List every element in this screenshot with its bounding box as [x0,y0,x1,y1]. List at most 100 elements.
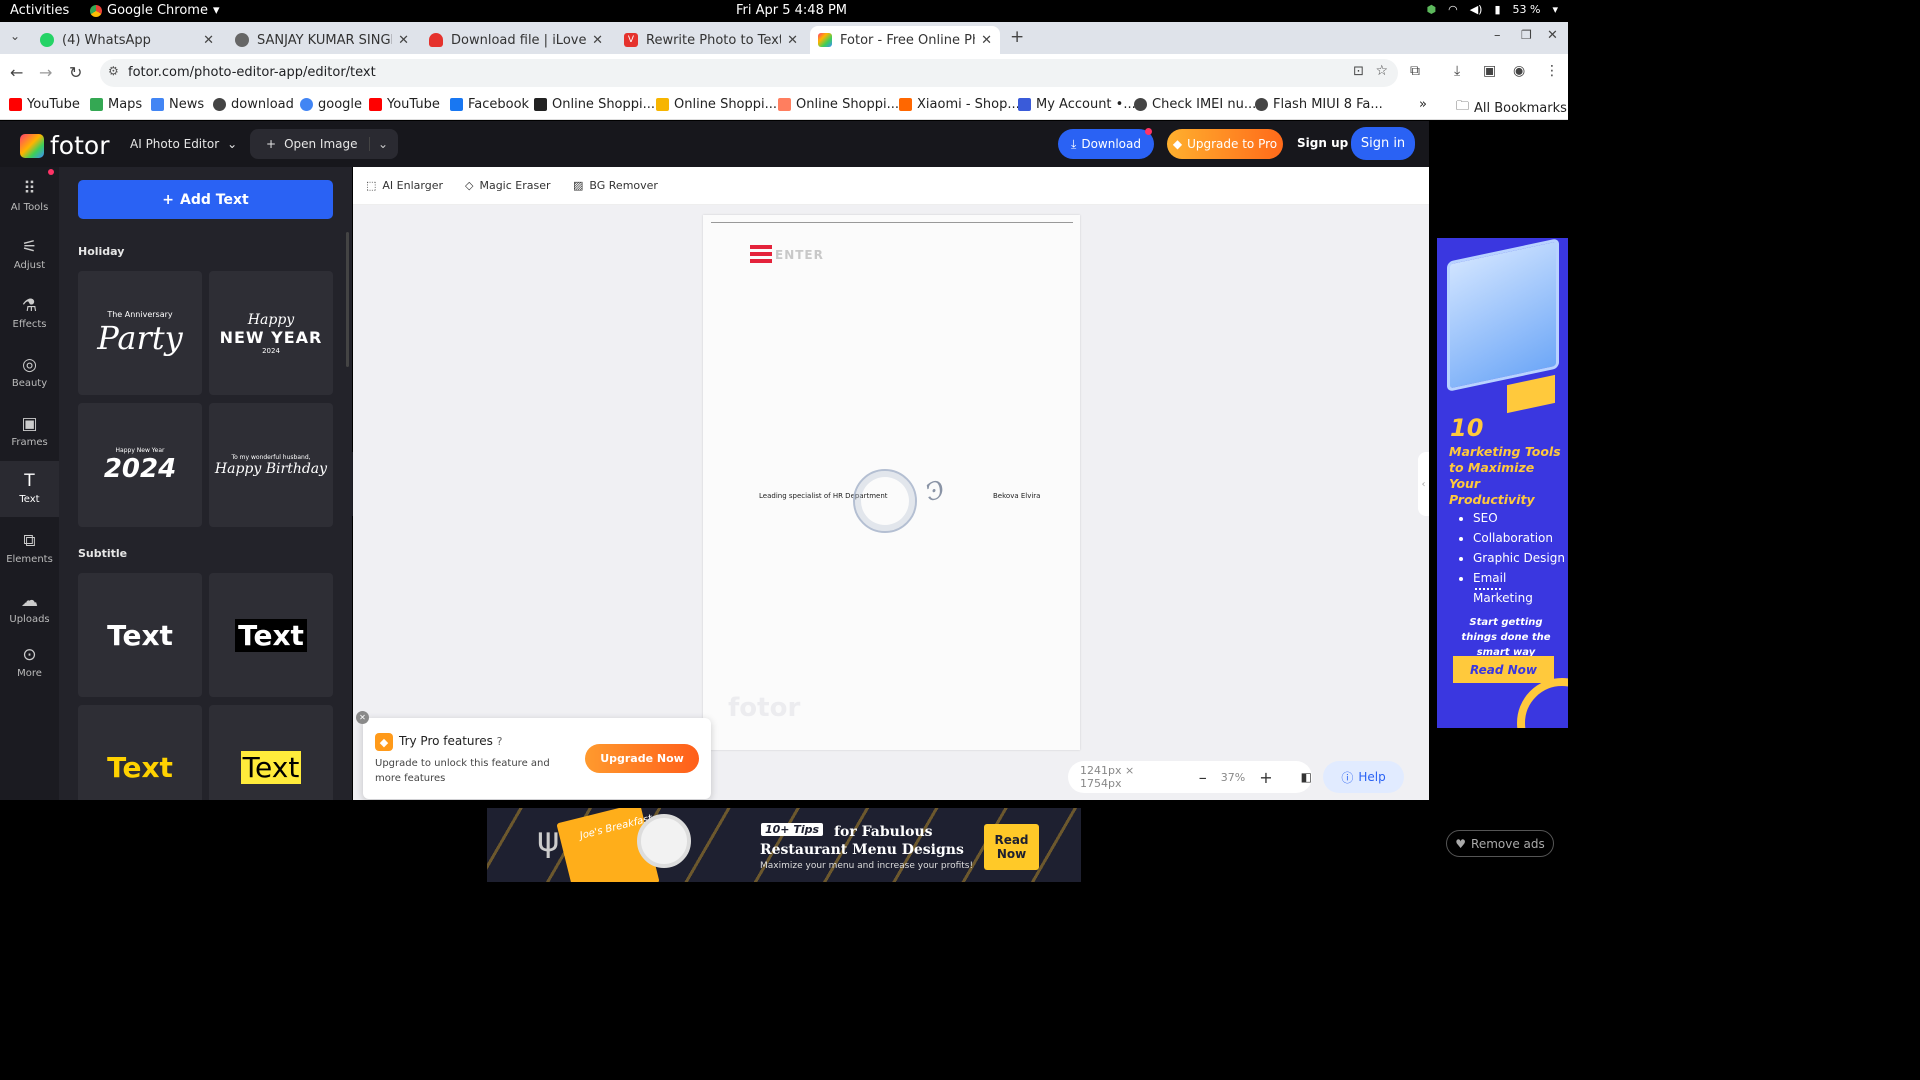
download-button[interactable]: ⤓ Download [1058,129,1154,159]
bookmark-download[interactable]: download [213,97,294,112]
sign-in-button[interactable]: Sign in [1351,127,1415,160]
ad-dots [1475,588,1501,590]
text-template-2024[interactable]: Happy New Year 2024 [78,403,202,527]
bookmark-youtube-2[interactable]: YouTube [369,97,440,112]
magic-eraser-button[interactable]: ◇ Magic Eraser [465,179,551,192]
text-template-black-bg[interactable]: Text [209,573,333,697]
forward-button[interactable]: → [39,63,52,82]
profile-icon[interactable]: ◉ [1513,63,1525,79]
rail-uploads[interactable]: ☁ Uploads [0,591,59,625]
remove-ads-button[interactable]: ♥ Remove ads [1446,830,1554,857]
tab-title: Rewrite Photo to Text, e [646,32,781,48]
clock[interactable]: Fri Apr 5 4:48 PM [736,3,847,18]
all-bookmarks[interactable]: 🗀 All Bookmarks [1456,97,1567,119]
tab-whatsapp[interactable]: (4) WhatsApp ✕ [32,26,222,54]
bookmark-star-icon[interactable]: ☆ [1375,63,1388,79]
menu-icon[interactable]: ⋮ [1545,63,1559,79]
ad-read-now-button[interactable]: Read Now [1453,656,1554,683]
tab-rewrite[interactable]: V Rewrite Photo to Text, e ✕ [616,26,806,54]
upgrade-to-pro-button[interactable]: ◆ Upgrade to Pro [1167,129,1283,159]
fotor-logo[interactable]: fotor [20,131,109,160]
side-panel-icon[interactable]: ▣ [1483,63,1496,79]
back-button[interactable]: ← [10,63,23,82]
open-image-button[interactable]: + Open Image [250,137,358,151]
document-image[interactable]: ENTER Leading specialist of HR Departmen… [703,215,1080,750]
bookmark-check-imei[interactable]: Check IMEI nu... [1134,97,1256,112]
restore-button[interactable]: ❐ [1521,28,1532,42]
minimize-button[interactable]: – [1494,28,1501,43]
compare-icon[interactable]: ◧ [1301,770,1312,784]
close-icon[interactable]: ✕ [981,33,992,48]
bookmark-youtube[interactable]: YouTube [9,97,80,112]
rail-ai-tools[interactable]: ⠿ AI Tools [0,179,59,213]
tab-search-icon[interactable]: ⌄ [10,29,20,43]
close-icon[interactable]: ✕ [592,33,603,48]
new-tab-button[interactable]: + [1010,27,1024,47]
text-template-anniversary[interactable]: The Anniversary Party [78,271,202,395]
rail-beauty[interactable]: ◎ Beauty [0,355,59,389]
text-template-birthday[interactable]: To my wonderful husband, Happy Birthday [209,403,333,527]
bookmark-google[interactable]: google [300,97,362,112]
expand-right-panel-button[interactable]: ‹ [1418,452,1429,516]
question-icon: ? [496,735,503,748]
bookmark-maps[interactable]: Maps [90,97,142,112]
ad-number: 10 [1450,414,1484,442]
close-icon[interactable]: ✕ [787,33,798,48]
tab-title: (4) WhatsApp [62,32,151,48]
system-tray[interactable]: ⬢ ◠ ◀) ▮ 53 % ▾ [1426,3,1558,16]
close-icon[interactable]: ✕ [398,33,409,48]
bookmark-news[interactable]: News [151,97,204,112]
rail-elements[interactable]: ⧉ Elements [0,531,59,565]
ai-photo-editor-menu[interactable]: AI Photo Editor ⌄ [130,137,237,151]
text-template-yellow[interactable]: Text [78,705,202,800]
install-app-icon[interactable]: ⊡ [1353,64,1364,79]
ad-tagline: Start getting things done the smart way [1461,617,1551,658]
app-menu[interactable]: Google Chrome ▾ [90,3,220,18]
window-close-button[interactable]: ✕ [1547,28,1558,43]
bookmark-shopping-2[interactable]: Online Shoppi... [656,97,777,112]
chevron-down-icon[interactable]: ⌄ [368,137,388,151]
bookmark-flash-miui[interactable]: Flash MIUI 8 Fa... [1255,97,1383,112]
tab-strip: ⌄ (4) WhatsApp ✕ SANJAY KUMAR SINGH ✕ Do… [0,22,1568,54]
rail-frames[interactable]: ▣ Frames [0,414,59,448]
bookmark-my-account[interactable]: My Account •... [1018,97,1136,112]
bookmark-shopping-1[interactable]: Online Shoppi... [534,97,655,112]
ad-read-now-button[interactable]: Read Now [984,824,1039,870]
bg-remover-button[interactable]: ▨ BG Remover [573,179,658,192]
sign-up-button[interactable]: Sign up [1297,136,1348,150]
add-text-button[interactable]: + Add Text [78,180,333,219]
site-info-icon[interactable]: ⚙ [108,64,119,78]
rail-text[interactable]: T Text [0,461,59,517]
help-button[interactable]: ⓘ Help [1323,761,1404,793]
ad-decor-arc [1517,678,1568,728]
bottom-ad-banner[interactable]: Joe's Breakfast ψ 10+ Tips for Fabulous … [487,808,1081,882]
extensions-icon[interactable]: ⧉ [1410,63,1420,79]
tab-fotor[interactable]: Fotor - Free Online Photo ✕ [810,26,1000,54]
text-template-new-year[interactable]: Happy NEW YEAR 2024 [209,271,333,395]
canvas-area[interactable]: ENTER Leading specialist of HR Departmen… [353,205,1429,800]
rail-adjust[interactable]: ⚟ Adjust [0,237,59,271]
address-bar[interactable]: ⚙ fotor.com/photo-editor-app/editor/text… [100,59,1398,87]
activities-button[interactable]: Activities [10,3,69,18]
upgrade-now-button[interactable]: Upgrade Now [585,744,699,773]
promo-close-button[interactable]: ✕ [356,711,369,724]
bookmark-facebook[interactable]: Facebook [450,97,529,112]
close-icon[interactable]: ✕ [203,33,214,48]
bookmarks-overflow-button[interactable]: » [1419,97,1427,112]
right-ad-banner[interactable]: 10 Marketing Tools to Maximize Your Prod… [1437,238,1568,728]
bookmark-shopping-3[interactable]: Online Shoppi... [778,97,899,112]
panel-scrollbar[interactable] [346,232,349,367]
zoom-level[interactable]: 37% [1221,771,1245,784]
rail-more[interactable]: ⊙ More [0,645,59,679]
zoom-out-button[interactable]: – [1199,768,1207,787]
bookmark-xiaomi[interactable]: Xiaomi - Shop... [899,97,1020,112]
tab-ilovepdf[interactable]: Download file | iLovePDF ✕ [421,26,611,54]
zoom-in-button[interactable]: + [1259,768,1272,787]
text-template-plain[interactable]: Text [78,573,202,697]
ai-enlarger-button[interactable]: ⬚ AI Enlarger [366,179,443,192]
downloads-icon[interactable]: ⤓ [1454,63,1460,79]
rail-effects[interactable]: ⚗ Effects [0,296,59,330]
tab-sanjay[interactable]: SANJAY KUMAR SINGH ✕ [227,26,417,54]
reload-button[interactable]: ↻ [69,63,82,82]
text-template-yellow-bg[interactable]: Text [209,705,333,800]
